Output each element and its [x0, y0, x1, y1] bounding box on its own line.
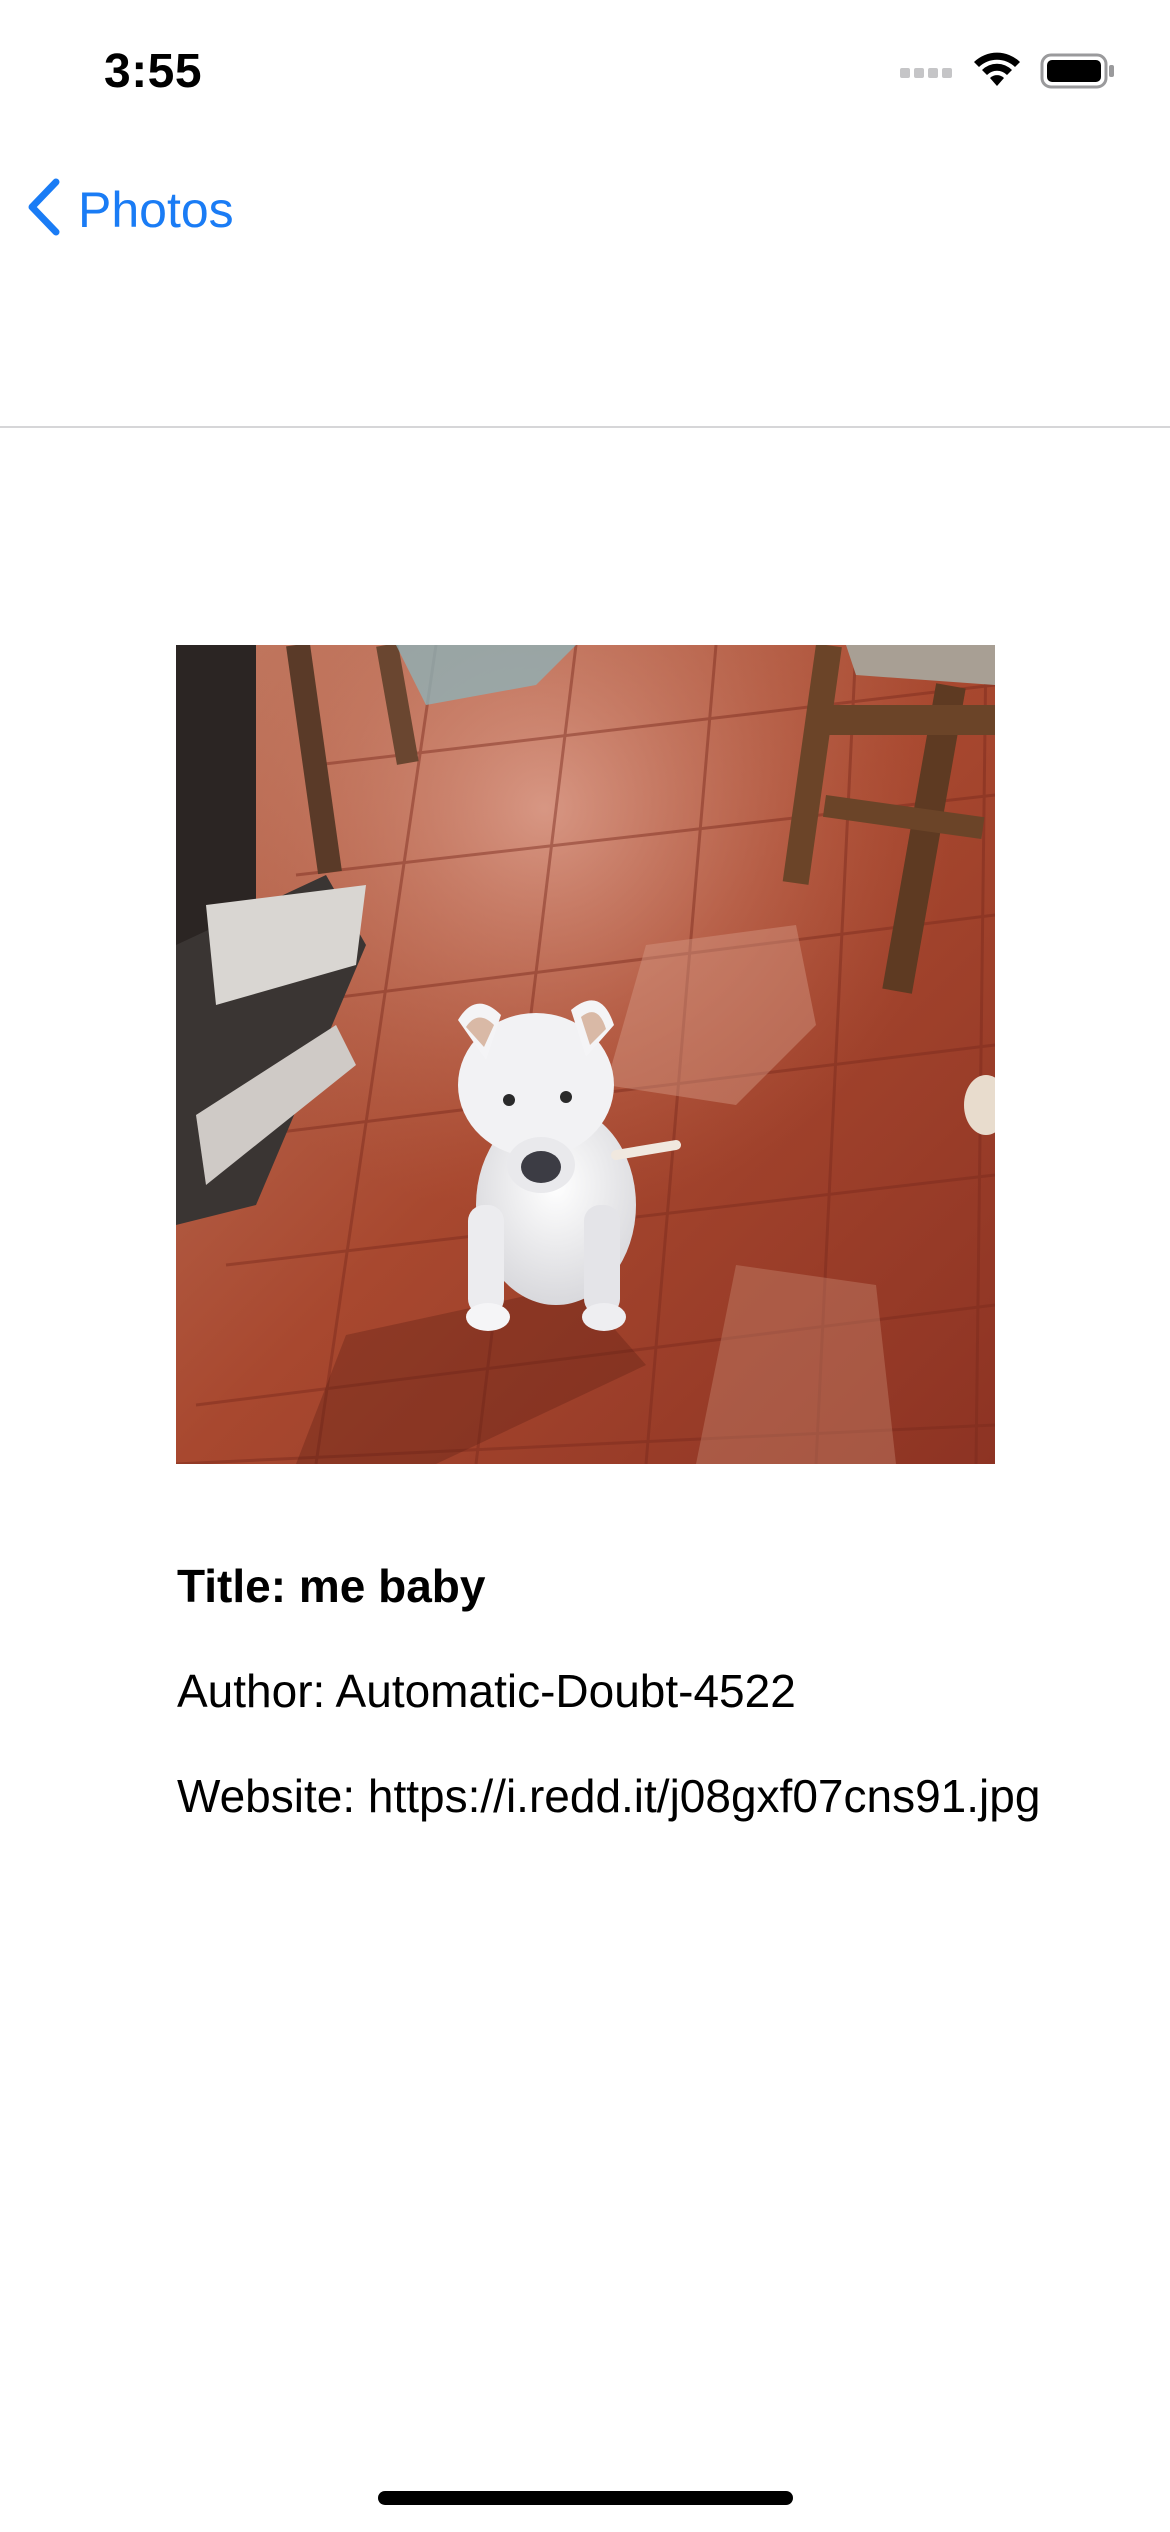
cellular-signal-icon — [900, 62, 954, 85]
back-button-label: Photos — [78, 181, 234, 238]
photo-detail-screen: 3:55 Photos Title: me baby Author: Autom… — [0, 0, 1170, 2532]
status-icons — [900, 52, 1116, 95]
status-bar: 3:55 — [0, 0, 1170, 140]
photo-website[interactable]: Website: https://i.redd.it/j08gxf07cns91… — [177, 1768, 1157, 1824]
photo-details: Title: me baby Author: Automatic-Doubt-4… — [177, 1558, 1157, 1873]
photo-image — [176, 645, 995, 1464]
status-time: 3:55 — [104, 45, 203, 98]
back-button[interactable]: Photos — [24, 176, 234, 243]
wifi-icon — [972, 52, 1022, 95]
navigation-bar: Photos — [0, 140, 1170, 428]
battery-icon — [1040, 53, 1116, 94]
home-indicator[interactable] — [378, 2491, 793, 2505]
photo-title: Title: me baby — [177, 1560, 486, 1612]
chevron-left-icon — [24, 176, 64, 243]
photo-author: Author: Automatic-Doubt-4522 — [177, 1665, 796, 1717]
